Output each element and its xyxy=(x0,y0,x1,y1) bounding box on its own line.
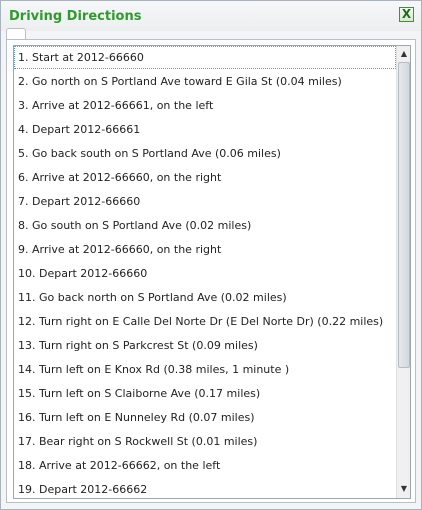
title-bar[interactable]: Driving Directions X xyxy=(1,1,421,31)
direction-step[interactable]: 5. Go back south on S Portland Ave (0.06… xyxy=(14,142,396,165)
window-title: Driving Directions xyxy=(9,9,142,24)
directions-panel: 1. Start at 2012-66660 2. Go north on S P… xyxy=(6,39,416,503)
direction-step[interactable]: 1. Start at 2012-66660 xyxy=(14,46,396,69)
direction-step[interactable]: 11. Go back north on S Portland Ave (0.0… xyxy=(14,286,396,309)
direction-step[interactable]: 13. Turn right on S Parkcrest St (0.09 m… xyxy=(14,334,396,357)
direction-step[interactable]: 8. Go south on S Portland Ave (0.02 mile… xyxy=(14,214,396,237)
direction-step[interactable]: 15. Turn left on S Claiborne Ave (0.17 m… xyxy=(14,382,396,405)
direction-step[interactable]: 3. Arrive at 2012-66661, on the left xyxy=(14,94,396,117)
driving-directions-window: Driving Directions X 1. Start at 2012-66… xyxy=(0,0,422,510)
direction-step[interactable]: 7. Depart 2012-66660 xyxy=(14,190,396,213)
direction-step[interactable]: 9. Arrive at 2012-66660, on the right xyxy=(14,238,396,261)
vertical-scrollbar[interactable]: ▲ ▼ xyxy=(396,46,410,498)
direction-step[interactable]: 10. Depart 2012-66660 xyxy=(14,262,396,285)
direction-step[interactable]: 14. Turn left on E Knox Rd (0.38 miles, … xyxy=(14,358,396,381)
scrollbar-thumb[interactable] xyxy=(398,62,410,368)
direction-step[interactable]: 17. Bear right on S Rockwell St (0.01 mi… xyxy=(14,430,396,453)
directions-list[interactable]: 1. Start at 2012-66660 2. Go north on S P… xyxy=(13,45,411,499)
direction-step[interactable]: 2. Go north on S Portland Ave toward E G… xyxy=(14,70,396,93)
direction-step[interactable]: 6. Arrive at 2012-66660, on the right xyxy=(14,166,396,189)
close-button[interactable]: X xyxy=(399,7,414,22)
direction-step[interactable]: 12. Turn right on E Calle Del Norte Dr (… xyxy=(14,310,396,333)
scroll-down-arrow-icon[interactable]: ▼ xyxy=(399,484,409,494)
direction-step[interactable]: 16. Turn left on E Nunneley Rd (0.07 mil… xyxy=(14,406,396,429)
direction-step[interactable]: 4. Depart 2012-66661 xyxy=(14,118,396,141)
direction-step[interactable]: 19. Depart 2012-66662 xyxy=(14,478,396,498)
direction-step[interactable]: 18. Arrive at 2012-66662, on the left xyxy=(14,454,396,477)
scroll-up-arrow-icon[interactable]: ▲ xyxy=(399,49,409,59)
